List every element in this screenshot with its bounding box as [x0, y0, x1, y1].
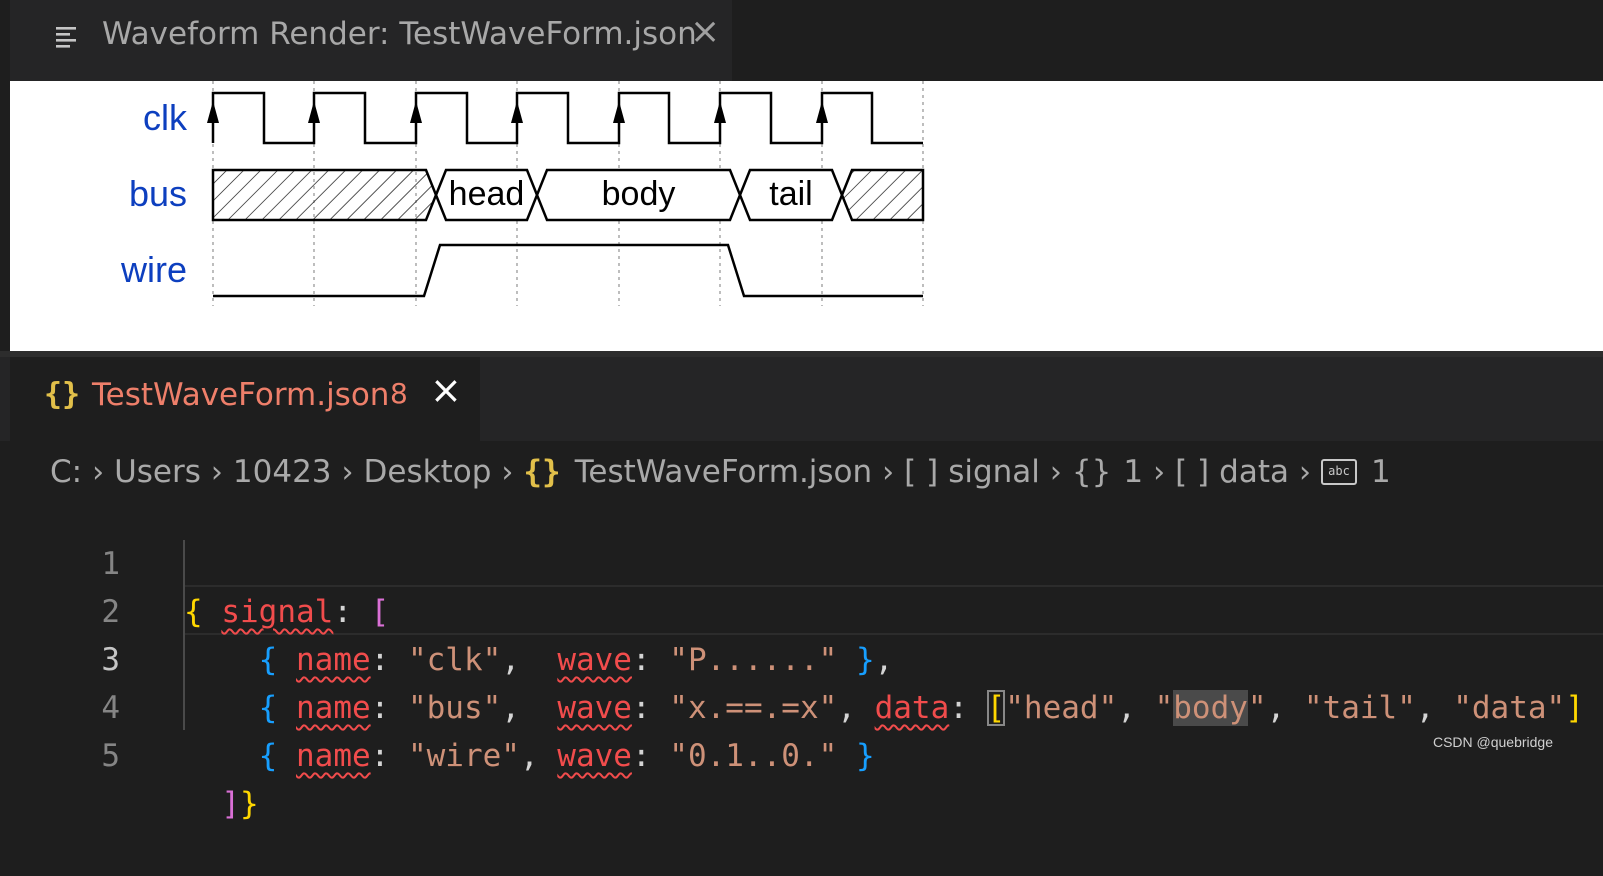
breadcrumb-user[interactable]: 10423 — [233, 454, 332, 490]
preview-lines-icon — [56, 27, 76, 48]
chevron-right-icon: › — [1298, 454, 1311, 490]
editor-tab-bar: {} TestWaveForm.json 8 × — [0, 357, 1603, 441]
top-tab-bar: Waveform Render: TestWaveForm.json × — [0, 0, 1603, 81]
string-abc-icon: abc — [1320, 459, 1357, 485]
json-braces-icon: {} — [523, 454, 561, 490]
waveform-panel: clk bus wire head body tail — [10, 81, 1603, 351]
breadcrumb-data-label: data — [1219, 454, 1289, 490]
indent-guide — [183, 540, 185, 730]
bus-label-head: head — [448, 175, 525, 213]
breadcrumb-file[interactable]: {} TestWaveForm.json — [523, 454, 872, 490]
tab-waveform-render[interactable]: Waveform Render: TestWaveForm.json × — [10, 0, 732, 81]
code-line[interactable]: 2 { name: "clk", wave: "P......" }, — [0, 540, 1603, 678]
breadcrumb-data[interactable]: [ ] data — [1175, 454, 1289, 490]
chevron-right-icon: › — [501, 454, 514, 490]
breadcrumb-file-label: TestWaveForm.json — [574, 454, 873, 490]
chevron-right-icon: › — [210, 454, 223, 490]
problems-count-badge: 8 — [390, 377, 408, 410]
code-text: ]} — [221, 786, 259, 822]
code-line[interactable]: 5 ]} — [0, 684, 1603, 822]
breadcrumb-object-label: 1 — [1123, 454, 1144, 490]
close-icon[interactable]: × — [430, 371, 462, 409]
watermark: CSDN @quebridge — [1432, 734, 1553, 750]
breadcrumb-drive[interactable]: C: — [50, 454, 82, 490]
breadcrumb-object[interactable]: {} 1 — [1072, 454, 1143, 490]
code-text: { name: "wire", wave: "0.1..0." } — [258, 738, 875, 774]
waveform-diagram — [207, 81, 925, 306]
json-braces-icon: {} — [44, 377, 81, 412]
bus-label-body: body — [601, 175, 676, 213]
bus-undefined-start — [211, 168, 438, 222]
line-number: 5 — [101, 738, 120, 774]
breadcrumb-string[interactable]: abc 1 — [1320, 454, 1391, 490]
bus-label-tail: tail — [769, 175, 813, 213]
code-line-active[interactable]: 3 { name: "bus", wave: "x.==.=x", data: … — [0, 588, 1603, 726]
breadcrumb-desktop[interactable]: Desktop — [364, 454, 492, 490]
tab-title: TestWaveForm.json — [92, 377, 390, 413]
chevron-right-icon: › — [92, 454, 105, 490]
code-line[interactable]: 1 { signal: [ — [0, 492, 1603, 630]
clk-wave — [211, 91, 923, 145]
breadcrumb-users[interactable]: Users — [114, 454, 201, 490]
chevron-right-icon: › — [882, 454, 895, 490]
chevron-right-icon: › — [1049, 454, 1062, 490]
code-editor[interactable]: 1 { signal: [ 2 { name: "clk", wave: "P.… — [0, 492, 1603, 822]
tab-testwaveform-json[interactable]: {} TestWaveForm.json 8 × — [10, 357, 480, 441]
chevron-right-icon: › — [1153, 454, 1166, 490]
bus-undefined-end — [840, 168, 925, 222]
array-brackets-icon: [ ] — [904, 454, 939, 490]
breadcrumb-signal[interactable]: [ ] signal — [904, 454, 1040, 490]
breadcrumb-string-label: 1 — [1370, 454, 1391, 490]
chevron-right-icon: › — [341, 454, 354, 490]
clk-edge-arrows — [207, 101, 828, 123]
object-braces-icon: {} — [1071, 454, 1112, 490]
close-icon[interactable]: × — [690, 14, 720, 50]
tab-title: Waveform Render: TestWaveForm.json — [102, 16, 697, 52]
code-line[interactable]: 4 { name: "wire", wave: "0.1..0." } — [0, 636, 1603, 774]
breadcrumb-signal-label: signal — [948, 454, 1040, 490]
wire-wave — [213, 243, 923, 298]
array-brackets-icon: [ ] — [1175, 454, 1210, 490]
breadcrumb: C: › Users › 10423 › Desktop › {} TestWa… — [50, 450, 1391, 494]
